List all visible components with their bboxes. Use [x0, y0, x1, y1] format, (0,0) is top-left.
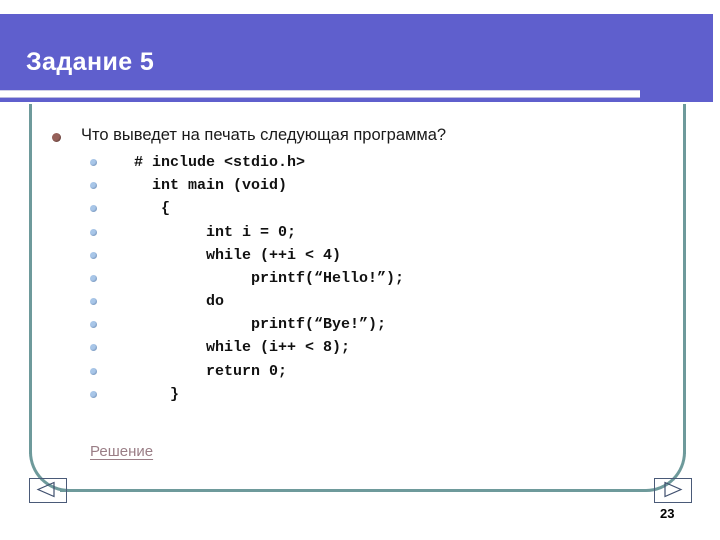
bullet-dot-small-icon [90, 344, 97, 352]
code-line: do [107, 293, 225, 311]
list-item: } [52, 383, 652, 406]
frame-left-border [29, 104, 32, 454]
list-item: while (++i < 4) [52, 244, 652, 267]
bullet-dot-small-icon [90, 158, 97, 166]
bullet-dot-icon [52, 133, 61, 142]
code-line: printf(“Bye!”); [107, 316, 387, 334]
list-item: printf(“Bye!”); [52, 313, 652, 336]
bullet-dot-small-icon [90, 205, 97, 213]
code-line: } [107, 385, 180, 403]
bullet-dot-small-icon [90, 228, 97, 236]
question-bullet-row: Что выведет на печать следующая программ… [52, 126, 652, 145]
list-item: { [52, 197, 652, 220]
prev-slide-button[interactable] [29, 478, 67, 503]
code-line: while (i++ < 8); [107, 339, 351, 357]
code-line: # include <stdio.h> [107, 153, 306, 171]
frame-bottom-border [60, 489, 630, 492]
code-line: return 0; [107, 362, 288, 380]
frame-right-border [683, 104, 686, 454]
bullet-dot-small-icon [90, 390, 97, 398]
list-item: # include <stdio.h> [52, 151, 652, 174]
bullet-dot-small-icon [90, 298, 97, 306]
triangle-left-icon [36, 481, 55, 498]
list-item: while (i++ < 8); [52, 336, 652, 359]
page-title: Задание 5 [26, 48, 155, 76]
page-number: 23 [660, 506, 675, 521]
presentation-slide: Задание 5 Что выведет на печать следующа… [0, 0, 720, 540]
slide-header-banner: Задание 5 [0, 14, 713, 102]
slide-content: Что выведет на печать следующая программ… [52, 126, 652, 406]
bullet-dot-small-icon [90, 321, 97, 329]
next-slide-button[interactable] [654, 478, 692, 503]
solution-link[interactable]: Решение [90, 443, 153, 460]
code-line: printf(“Hello!”); [107, 269, 405, 287]
bullet-dot-small-icon [90, 274, 97, 282]
bullet-dot-small-icon [90, 251, 97, 259]
bullet-dot-small-icon [90, 182, 97, 190]
question-text: Что выведет на печать следующая программ… [81, 126, 447, 144]
code-line: int main (void) [107, 177, 288, 195]
code-line: while (++i < 4) [107, 246, 342, 264]
list-item: int i = 0; [52, 221, 652, 244]
code-line: int i = 0; [107, 223, 297, 241]
list-item: do [52, 290, 652, 313]
list-item: int main (void) [52, 174, 652, 197]
triangle-right-icon [664, 481, 683, 498]
list-item: return 0; [52, 360, 652, 383]
list-item: printf(“Hello!”); [52, 267, 652, 290]
code-line: { [107, 200, 171, 218]
header-divider-rule [0, 90, 640, 98]
code-listing: # include <stdio.h> int main (void) { in… [52, 151, 652, 406]
bullet-dot-small-icon [90, 367, 97, 375]
